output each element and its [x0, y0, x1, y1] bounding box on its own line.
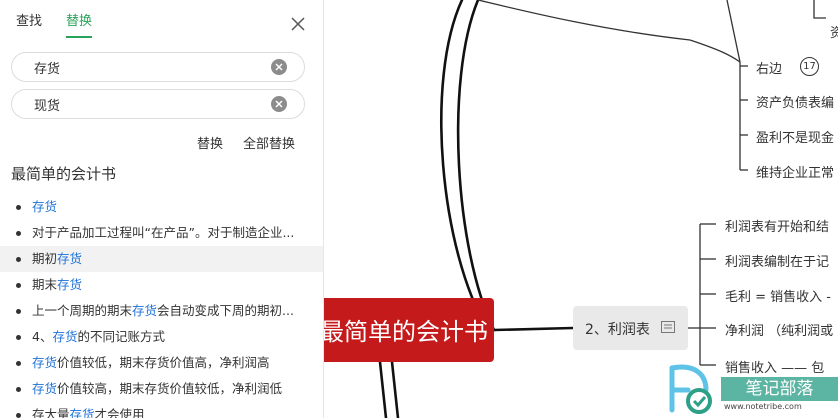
clear-find-icon[interactable]	[271, 59, 287, 75]
find-replace-panel: 查找 替换 替换 全部替换 最简单的会计书 存货 对于产品加工过程叫“在产品”。…	[0, 0, 324, 418]
mindmap-item-upper-4[interactable]: 维持企业正常	[756, 162, 834, 181]
search-result-item[interactable]: 存货	[0, 194, 323, 220]
income-statement-node[interactable]: 2、利润表	[573, 306, 688, 350]
search-result-item[interactable]: 期末存货	[0, 272, 323, 298]
tab-find[interactable]: 查找	[16, 12, 42, 38]
watermark-url: www.notetribe.com	[724, 402, 802, 411]
search-result-item[interactable]: 存货价值较低，期末存货价值高，净利润高	[0, 350, 323, 376]
document-title: 最简单的会计书	[11, 165, 117, 183]
search-result-item[interactable]: 对于产品加工过程叫“在产品”。对于制造企业...	[0, 220, 323, 246]
mindmap-item-upper-1[interactable]: 右边	[756, 58, 782, 77]
find-input[interactable]	[34, 57, 274, 77]
tab-replace[interactable]: 替换	[66, 12, 93, 38]
count-badge: 17	[800, 57, 819, 76]
find-field[interactable]	[11, 52, 305, 82]
replace-input[interactable]	[34, 94, 274, 114]
mindmap-item-upper-3[interactable]: 盈利不是现金	[756, 127, 834, 146]
clear-replace-icon[interactable]	[271, 96, 287, 112]
watermark-logo-icon	[669, 364, 712, 414]
mindmap-item-lower-0[interactable]: 利润表有开始和结	[725, 216, 829, 235]
search-result-item[interactable]: 存货价值较高，期末存货价值较低，净利润低	[0, 376, 323, 402]
search-result-item[interactable]: 上一个周期的期末存货会自动变成下周的期初...	[0, 298, 323, 324]
mindmap-item-lower-1[interactable]: 利润表编制在于记	[725, 251, 829, 270]
search-result-item[interactable]: 4、存货的不同记账方式	[0, 324, 323, 350]
note-icon[interactable]	[661, 321, 675, 333]
watermark: 笔记部落 www.notetribe.com	[662, 358, 838, 418]
search-results-list: 存货 对于产品加工过程叫“在产品”。对于制造企业... 期初存货 期末存货 上一…	[0, 194, 323, 418]
replace-button[interactable]: 替换	[197, 133, 223, 152]
root-node-label: 最简单的会计书	[320, 318, 488, 346]
mindmap-item-upper-2[interactable]: 资产负债表编	[756, 92, 834, 111]
income-statement-label: 2、利润表	[585, 322, 650, 338]
mindmap-item-upper-0[interactable]: 资	[830, 22, 838, 41]
mindmap-item-lower-3[interactable]: 净利润 （纯利润或	[725, 320, 833, 339]
search-result-item[interactable]: 存大量存货才会使用	[0, 402, 323, 418]
close-icon[interactable]	[290, 16, 306, 32]
replace-field[interactable]	[11, 89, 305, 119]
mindmap-item-lower-2[interactable]: 毛利 = 销售收入 -	[725, 286, 831, 305]
search-result-item[interactable]: 期初存货	[0, 246, 323, 272]
panel-tabs: 查找 替换	[16, 12, 93, 38]
watermark-title: 笔记部落	[721, 377, 838, 401]
replace-all-button[interactable]: 全部替换	[243, 133, 295, 152]
